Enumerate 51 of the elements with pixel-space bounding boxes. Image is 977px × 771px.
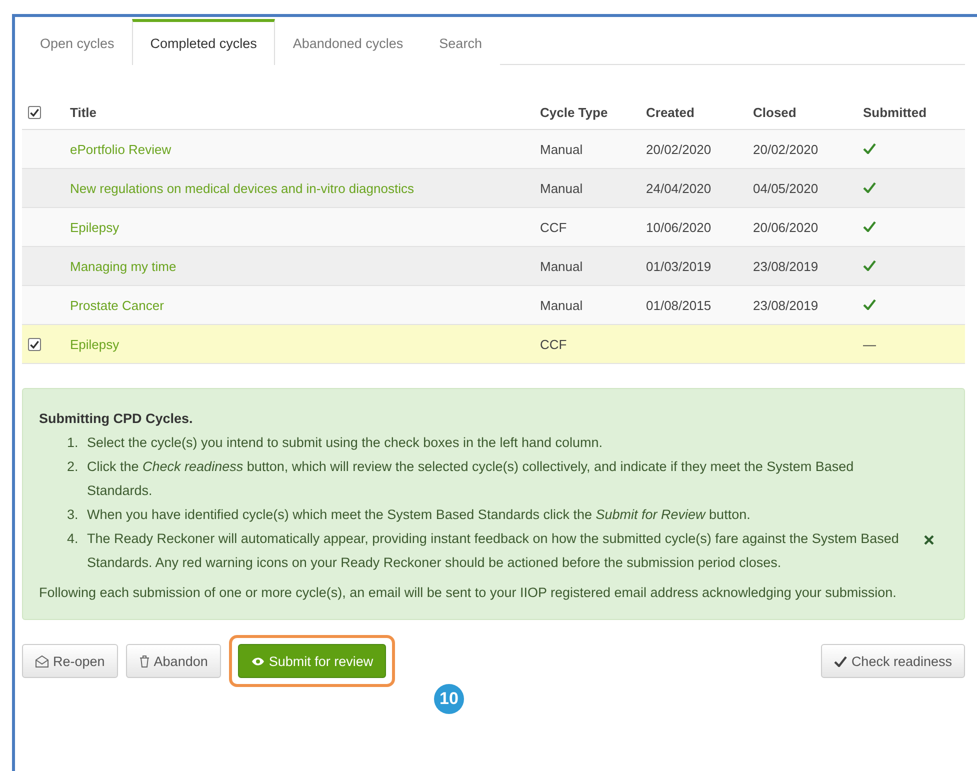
table-cell-text: Manual bbox=[540, 298, 584, 312]
column-header: Cycle Type bbox=[540, 104, 609, 120]
column-header: Title bbox=[70, 104, 98, 120]
table-cell-text: 20/02/2020 bbox=[753, 142, 820, 156]
checkbox[interactable] bbox=[28, 106, 41, 118]
table-cell-text: Manual bbox=[540, 258, 584, 274]
table-row[interactable]: Epilepsy CCF — bbox=[22, 325, 965, 364]
table-cell-text: 20/06/2020 bbox=[753, 220, 820, 234]
table-cell-text: 24/04/2020 bbox=[646, 180, 712, 196]
table-cell-text: Manual bbox=[540, 180, 584, 196]
column-header: Closed bbox=[753, 104, 798, 120]
table-cell-text: CCF bbox=[540, 336, 568, 352]
table-cell-text: 23/08/2019 bbox=[753, 298, 820, 312]
instruction-step: Click the Check readiness button, which will review the selected cycle(s) collectively, and indicate if they meet the System Based Standards. bbox=[87, 455, 912, 503]
tab[interactable]: Open cycles bbox=[22, 21, 132, 65]
step-number: 3. bbox=[67, 506, 80, 524]
table-row[interactable]: New regulations on medical devices and in-vitro diagnostics Manual 24/04/2020 04/05/2020 bbox=[22, 169, 965, 208]
instruction-step: Select the cycle(s) you intend to submit using the check boxes in the left hand column. bbox=[87, 431, 603, 455]
table-cell-text: 01/08/2015 bbox=[646, 298, 712, 312]
eye-icon bbox=[250, 656, 265, 666]
column-header: Submitted bbox=[863, 104, 928, 120]
not-submitted-dash: — bbox=[863, 336, 876, 352]
check-icon bbox=[834, 656, 848, 666]
abandon-button[interactable]: Abandon bbox=[126, 644, 221, 678]
table-cell-text: 23/08/2019 bbox=[753, 258, 820, 274]
step-number: 4. bbox=[67, 530, 80, 548]
envelope-icon bbox=[35, 654, 49, 668]
instruction-step: The Ready Reckoner will automatically appear, providing instant feedback on how the submitted cycle(s) fare against the System Based Standards. Any red warning icons on your Ready Reckoner should be actioned before the submission period closes. bbox=[87, 527, 912, 575]
checkbox[interactable] bbox=[28, 338, 41, 350]
trash-icon bbox=[138, 654, 150, 668]
step-number: 2. bbox=[67, 458, 80, 476]
close-icon[interactable] bbox=[924, 535, 934, 545]
step-badge: 10 bbox=[434, 684, 464, 714]
step-number: 1. bbox=[67, 434, 80, 452]
info-note: Following each submission of one or more cycle(s), an email will be sent to your IIOP registered email address acknowledging your submission. bbox=[39, 584, 898, 602]
table-cell-text: 04/05/2020 bbox=[753, 180, 820, 196]
reopen-button[interactable]: Re-open bbox=[22, 644, 118, 678]
table-cell-text: 01/03/2019 bbox=[646, 258, 712, 274]
table-row[interactable]: Managing my time Manual 01/03/2019 23/08/2019 bbox=[22, 247, 965, 286]
table-row[interactable]: Prostate Cancer Manual 01/08/2015 23/08/2019 bbox=[22, 286, 965, 325]
table-cell-text: CCF bbox=[540, 220, 568, 234]
info-heading: Submitting CPD Cycles. bbox=[39, 410, 194, 428]
instruction-step: When you have identified cycle(s) which meet the System Based Standards click the Submit for Review button. bbox=[87, 503, 750, 527]
table-row[interactable]: Epilepsy CCF 10/06/2020 20/06/2020 bbox=[22, 208, 965, 247]
table-cell-text: 20/02/2020 bbox=[646, 142, 712, 156]
tab[interactable]: Completed cycles bbox=[132, 19, 275, 65]
column-header: Created bbox=[646, 104, 696, 120]
table-cell-text: Manual bbox=[540, 142, 584, 156]
table-cell-text: 10/06/2020 bbox=[646, 220, 712, 234]
check-button[interactable]: Check readiness bbox=[821, 644, 965, 678]
table-row[interactable]: ePortfolio Review Manual 20/02/2020 20/02/2020 bbox=[22, 130, 965, 169]
